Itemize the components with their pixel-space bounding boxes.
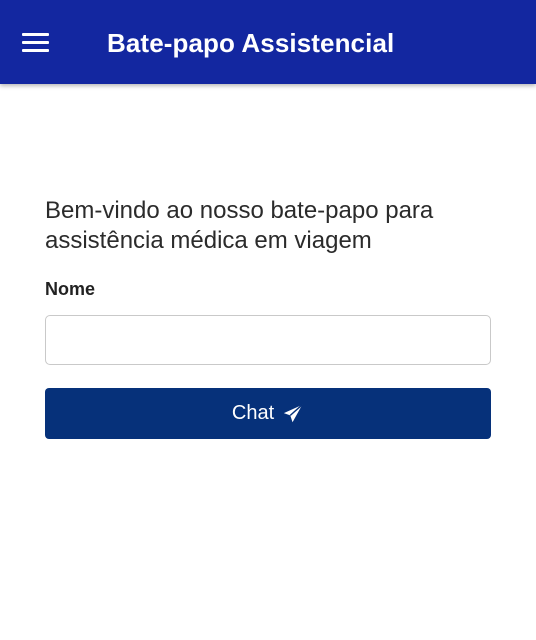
- chat-button[interactable]: Chat: [45, 388, 491, 439]
- page-title: Bate-papo Assistencial: [107, 28, 395, 58]
- name-label: Nome: [45, 279, 96, 299]
- hamburger-menu-icon[interactable]: [22, 33, 50, 53]
- name-input[interactable]: [45, 315, 491, 365]
- menu-line: [22, 41, 49, 44]
- send-paper-plane-icon: [283, 403, 303, 422]
- chat-button-label: Chat: [231, 402, 275, 424]
- app-bar: Bate-papo Assistencial: [0, 0, 536, 84]
- menu-line: [22, 49, 49, 52]
- welcome-form: Bem-vindo ao nosso bate-papo para assist…: [45, 196, 491, 439]
- menu-line: [22, 33, 49, 36]
- welcome-heading: Bem-vindo ao nosso bate-papo para assist…: [45, 197, 434, 254]
